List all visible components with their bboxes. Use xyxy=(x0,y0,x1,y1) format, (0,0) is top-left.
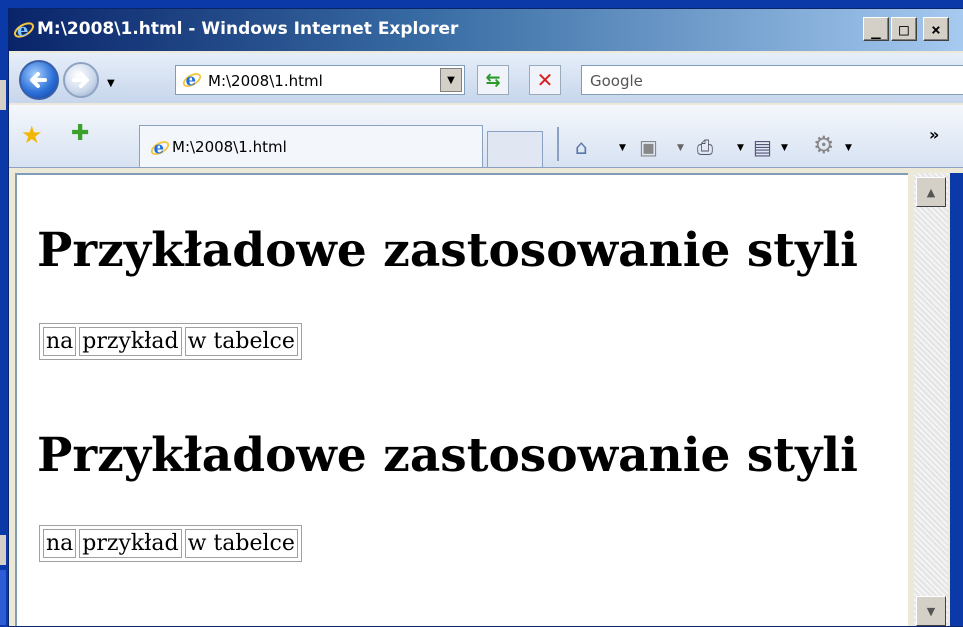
svg-text:e: e xyxy=(186,70,196,89)
home-dropdown[interactable]: ▼ xyxy=(619,143,626,153)
address-bar[interactable]: e M:\2008\1.html ▼ xyxy=(175,65,465,95)
desktop-window-edge xyxy=(0,80,6,110)
page-heading: Przykładowe zastosowanie styli xyxy=(37,428,859,483)
toolbar-separator xyxy=(557,127,559,161)
search-input[interactable]: Google xyxy=(581,65,963,95)
stop-icon: ✕ xyxy=(536,68,554,92)
table-row: na przykład w tabelce xyxy=(43,529,298,558)
home-icon[interactable]: ⌂ xyxy=(575,135,588,159)
table-row: na przykład w tabelce xyxy=(43,327,298,356)
refresh-button[interactable]: ⇆ xyxy=(477,65,509,95)
refresh-icon: ⇆ xyxy=(485,69,501,91)
new-tab-button[interactable] xyxy=(487,131,543,167)
desktop-window-edge xyxy=(0,535,6,565)
scroll-down-button[interactable]: ▼ xyxy=(916,596,946,626)
feeds-icon[interactable]: ▣ xyxy=(639,135,658,159)
recent-pages-dropdown[interactable]: ▼ xyxy=(107,78,115,89)
tab-current[interactable]: e M:\2008\1.html xyxy=(139,125,483,167)
table-cell: przykład xyxy=(79,529,182,558)
forward-arrow-icon xyxy=(72,72,89,88)
window-title: M:\2008\1.html - Windows Internet Explor… xyxy=(37,19,459,39)
feeds-dropdown[interactable]: ▼ xyxy=(677,143,684,153)
page-heading: Przykładowe zastosowanie styli xyxy=(37,223,859,278)
table-cell: na xyxy=(43,327,77,356)
svg-text:e: e xyxy=(17,20,28,41)
table-cell: na xyxy=(43,529,77,558)
maximize-button[interactable]: □ xyxy=(891,17,917,41)
tools-dropdown[interactable]: ▼ xyxy=(845,143,852,153)
chevron-double-right-icon[interactable]: » xyxy=(929,125,939,144)
demo-table: na przykład w tabelce xyxy=(39,323,302,360)
tools-gear-icon[interactable]: ⚙ xyxy=(813,131,835,159)
address-dropdown-button[interactable]: ▼ xyxy=(440,68,462,92)
print-dropdown[interactable]: ▼ xyxy=(737,143,744,153)
desktop-window-edge xyxy=(0,570,6,625)
back-arrow-icon xyxy=(30,72,47,88)
page-content: Przykładowe zastosowanie styli na przykł… xyxy=(15,173,908,626)
page-icon[interactable]: ▤ xyxy=(753,135,772,159)
tab-label: M:\2008\1.html xyxy=(172,138,287,156)
add-favorites-icon[interactable]: ✚ xyxy=(71,121,89,146)
tab-bar: ★ ✚ e M:\2008\1.html ⌂ ▼ ▣ ▼ ⎙ ▼ ▤ ▼ ⚙ ▼… xyxy=(9,105,963,168)
demo-table: na przykład w tabelce xyxy=(39,525,302,562)
print-icon[interactable]: ⎙ xyxy=(697,135,713,159)
ie-icon: e xyxy=(13,20,35,41)
svg-text:e: e xyxy=(154,138,164,157)
ie-icon: e xyxy=(150,138,170,157)
table-cell: w tabelce xyxy=(184,529,298,558)
stop-button[interactable]: ✕ xyxy=(529,65,561,95)
page-dropdown[interactable]: ▼ xyxy=(781,143,788,153)
address-text: M:\2008\1.html xyxy=(208,72,323,90)
table-cell: przykład xyxy=(79,327,182,356)
close-button[interactable]: × xyxy=(923,17,949,41)
table-cell: w tabelce xyxy=(184,327,298,356)
favorites-star-icon[interactable]: ★ xyxy=(21,121,43,149)
back-button[interactable] xyxy=(19,60,59,100)
ie-window: e M:\2008\1.html - Windows Internet Expl… xyxy=(8,8,963,627)
desktop-background xyxy=(950,173,963,626)
title-bar[interactable]: e M:\2008\1.html - Windows Internet Expl… xyxy=(9,9,963,51)
scroll-up-button[interactable]: ▲ xyxy=(916,177,946,207)
navigation-bar: ▼ e M:\2008\1.html ▼ ⇆ ✕ Google xyxy=(9,53,963,103)
minimize-button[interactable]: _ xyxy=(863,17,889,41)
forward-button[interactable] xyxy=(63,62,99,98)
ie-icon: e xyxy=(182,70,202,89)
search-placeholder: Google xyxy=(590,72,643,90)
vertical-scrollbar[interactable]: ▲ ▼ xyxy=(914,173,948,626)
